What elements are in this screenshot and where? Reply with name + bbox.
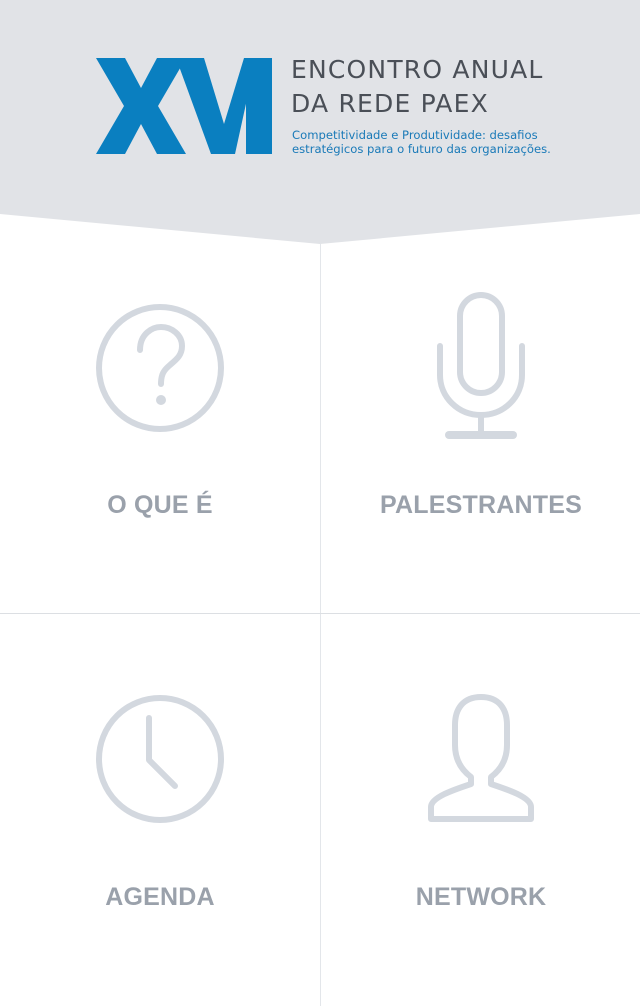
menu-label-o-que-e: O QUE É: [107, 491, 213, 519]
menu-label-agenda: AGENDA: [105, 883, 215, 911]
menu-label-palestrantes: PALESTRANTES: [380, 491, 582, 519]
menu-grid: O QUE É PALESTRANTES AGENDA NETWORK: [0, 244, 640, 1006]
event-subtitle-line2: estratégicos para o futuro das organizaç…: [292, 142, 551, 156]
question-circle-icon: [0, 292, 320, 432]
microphone-icon: [321, 292, 640, 442]
menu-tile-palestrantes[interactable]: PALESTRANTES: [321, 244, 640, 613]
clock-icon: [0, 683, 320, 823]
menu-label-network: NETWORK: [415, 883, 547, 911]
app-screen: ENCONTRO ANUAL DA REDE PAEX Competitivid…: [0, 0, 640, 1006]
event-title-line2: DA REDE PAEX: [291, 89, 489, 118]
event-subtitle: Competitividade e Produtividade: desafio…: [292, 128, 582, 156]
user-icon: [321, 683, 640, 823]
menu-tile-agenda[interactable]: AGENDA: [0, 614, 320, 1006]
menu-tile-network[interactable]: NETWORK: [321, 614, 640, 1006]
event-logo: [96, 58, 272, 154]
menu-tile-o-que-e[interactable]: O QUE É: [0, 244, 320, 613]
event-title-line1: ENCONTRO ANUAL: [291, 55, 544, 84]
event-subtitle-line1: Competitividade e Produtividade: desafio…: [292, 128, 538, 142]
